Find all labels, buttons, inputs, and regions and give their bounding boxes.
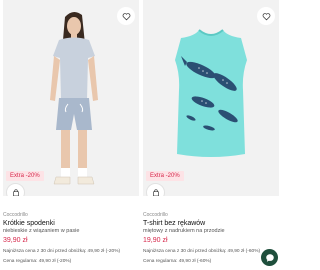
discount-badge: Extra -20% — [146, 171, 184, 181]
add-to-cart-button[interactable] — [146, 183, 165, 196]
product-brand: Coccodrillo — [3, 212, 28, 218]
lowest-price-info: Najniższa cena z 30 dni przed obniżką: 4… — [143, 249, 261, 254]
product-info: Coccodrillo Krótkie spodenki niebieskie … — [3, 212, 139, 265]
girl-shorts-photo — [3, 0, 139, 196]
product-info: Coccodrillo T-shirt bez rękawów miętowy … — [143, 212, 279, 265]
shopping-bag-icon — [12, 188, 19, 196]
tshirt-photo — [143, 0, 279, 196]
product-name[interactable]: T-shirt bez rękawów — [143, 220, 279, 228]
heart-icon — [122, 12, 130, 20]
product-price: 39,90 zł — [3, 237, 28, 244]
shopping-bag-icon — [152, 188, 159, 196]
regular-price-info: Cena regularna: 49,90 zł (-20%) — [3, 259, 72, 264]
regular-price-info: Cena regularna: 49,90 zł (-60%) — [143, 259, 212, 264]
heart-icon — [262, 12, 270, 20]
product-image[interactable]: Extra -20% — [143, 0, 279, 196]
product-description: miętowy z nadrukiem na przodzie — [143, 228, 225, 234]
product-name[interactable]: Krótkie spodenki — [3, 220, 139, 228]
product-brand: Coccodrillo — [143, 212, 168, 218]
product-description: niebieskie z wiązaniem w pasie — [3, 228, 80, 234]
chat-button[interactable] — [261, 249, 278, 266]
product-image[interactable]: Extra -20% — [3, 0, 139, 196]
add-to-cart-button[interactable] — [6, 183, 25, 196]
favorite-button[interactable] — [257, 7, 275, 25]
discount-badge: Extra -20% — [6, 171, 44, 181]
lowest-price-info: Najniższa cena z 30 dni przed obniżką: 4… — [3, 249, 121, 254]
product-card[interactable]: Extra -20% Coccodrillo T-shirt bez rękaw… — [143, 0, 279, 270]
product-card[interactable]: Extra -20% Coccodrillo Krótkie spodenki … — [3, 0, 139, 270]
favorite-button[interactable] — [117, 7, 135, 25]
product-price: 19,90 zł — [143, 237, 168, 244]
chat-bubble-icon — [265, 253, 274, 262]
